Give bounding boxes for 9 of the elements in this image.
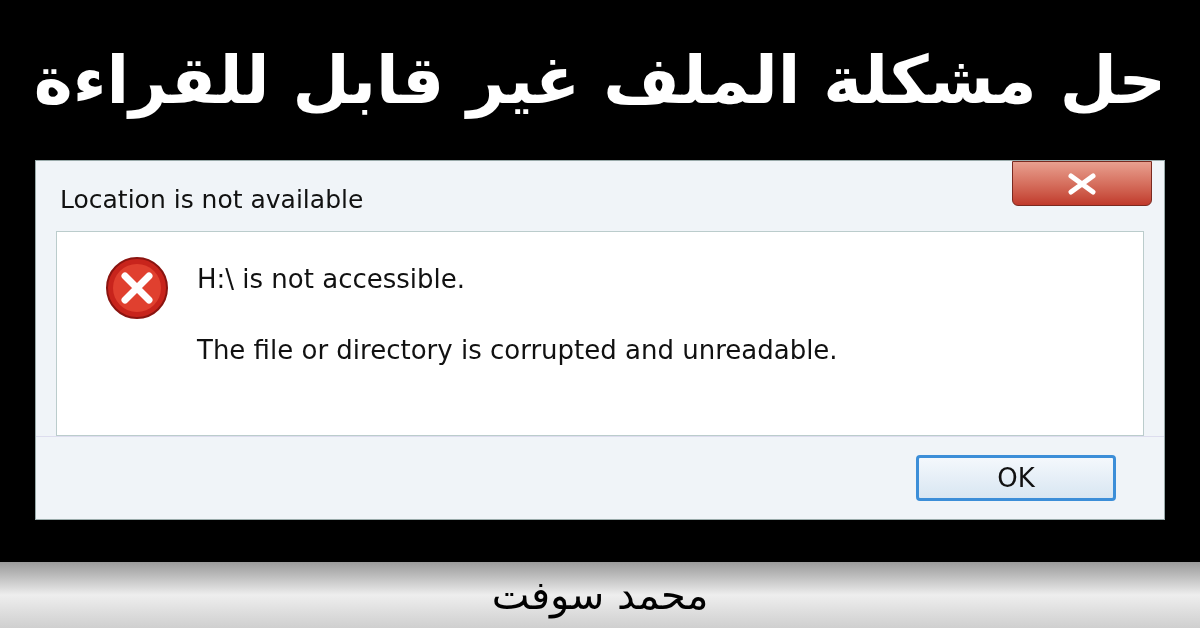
ok-button[interactable]: OK — [916, 455, 1116, 501]
dialog-title: Location is not available — [60, 184, 364, 216]
close-icon — [1067, 172, 1097, 195]
author-name: محمد سوفت — [491, 571, 709, 621]
headline: حل مشكلة الملف غير قابل للقراءة — [33, 40, 1167, 121]
error-detail: The file or directory is corrupted and unreadable. — [197, 334, 838, 367]
error-icon — [105, 256, 169, 320]
close-button[interactable] — [1012, 161, 1152, 206]
error-message: H:\ is not accessible. — [197, 263, 467, 296]
